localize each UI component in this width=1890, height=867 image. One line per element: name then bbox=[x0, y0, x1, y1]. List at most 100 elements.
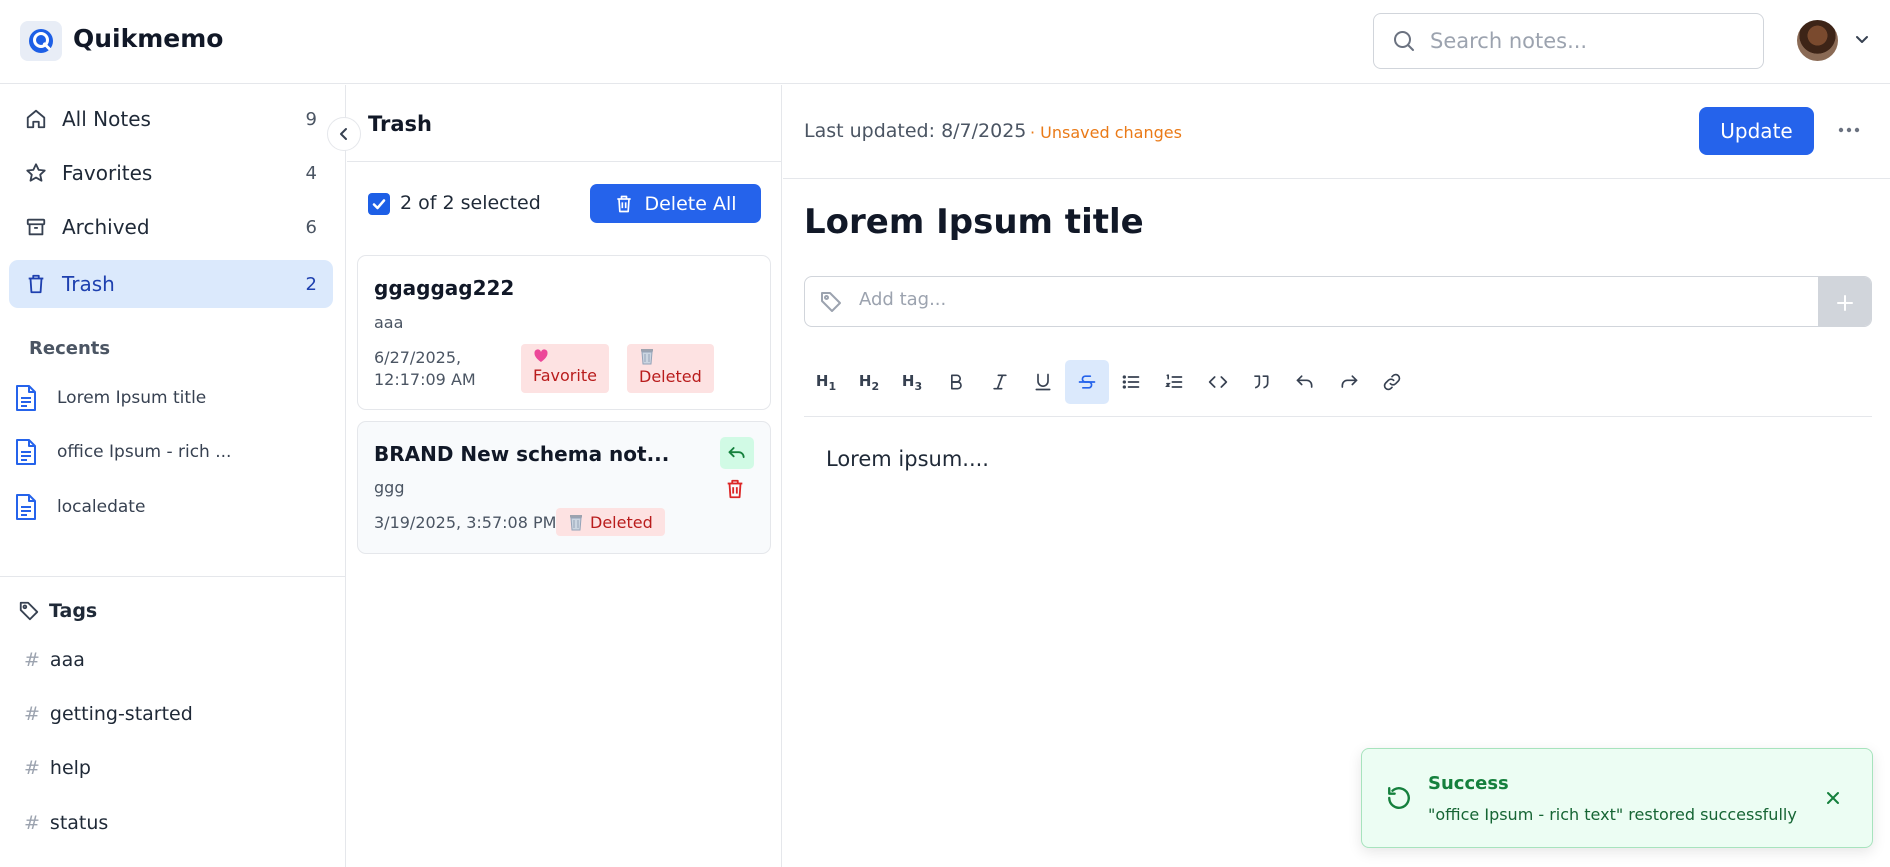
sidebar-item-count: 9 bbox=[305, 108, 317, 130]
trash-panel-title: Trash bbox=[368, 112, 432, 136]
ordered-list-button[interactable] bbox=[1152, 360, 1196, 404]
formatting-toolbar: H1 H2 H3 bbox=[804, 357, 1872, 417]
collapse-sidebar-button[interactable] bbox=[327, 117, 361, 151]
home-icon bbox=[25, 108, 47, 130]
tag-item-label: help bbox=[49, 757, 91, 779]
document-icon bbox=[14, 493, 38, 521]
search-input[interactable] bbox=[1430, 29, 1750, 53]
ordered-list-icon bbox=[1165, 374, 1183, 388]
note-date: 3/19/2025, 3:57:08 PM bbox=[374, 513, 557, 532]
add-tag-button[interactable] bbox=[1818, 277, 1871, 326]
h2-icon: H2 bbox=[858, 371, 880, 393]
chevron-down-icon[interactable] bbox=[1853, 30, 1871, 48]
wastebasket-icon bbox=[641, 349, 653, 365]
editor-header: Last updated: 8/7/2025 · Unsaved changes… bbox=[783, 85, 1890, 179]
note-title: BRAND New schema not... bbox=[374, 442, 670, 466]
note-date-line: 12:17:09 AM bbox=[374, 370, 476, 389]
quote-button[interactable] bbox=[1239, 360, 1283, 404]
recent-item[interactable]: localedate bbox=[14, 489, 334, 525]
hash-icon: # bbox=[24, 649, 40, 671]
trash-icon bbox=[727, 479, 743, 499]
tags-heading: Tags bbox=[18, 600, 97, 622]
sidebar-item-count: 6 bbox=[305, 216, 317, 238]
note-card[interactable]: BRAND New schema not... ggg 3/19/2025, 3… bbox=[357, 421, 771, 554]
hash-icon: # bbox=[24, 812, 40, 834]
note-body: ggg bbox=[374, 478, 405, 497]
document-icon bbox=[14, 438, 38, 466]
tag-icon bbox=[18, 600, 40, 622]
recent-item-label: localedate bbox=[57, 497, 146, 517]
redo-button[interactable] bbox=[1327, 360, 1371, 404]
note-date-line: 6/27/2025, bbox=[374, 348, 462, 367]
heading-2-button[interactable]: H2 bbox=[847, 360, 891, 404]
bold-icon bbox=[951, 374, 962, 390]
heading-1-button[interactable]: H1 bbox=[804, 360, 848, 404]
note-date: 6/27/2025, 12:17:09 AM bbox=[374, 347, 476, 391]
delete-all-label: Delete All bbox=[644, 192, 737, 215]
underline-button[interactable] bbox=[1021, 360, 1065, 404]
link-icon bbox=[1383, 373, 1401, 391]
tag-item[interactable]: # getting-started bbox=[24, 703, 193, 725]
note-content[interactable]: Lorem ipsum.... bbox=[826, 447, 989, 471]
tag-item[interactable]: # aaa bbox=[24, 649, 85, 671]
trash-divider bbox=[347, 161, 781, 162]
sidebar-item-archived[interactable]: Archived 6 bbox=[9, 203, 333, 251]
archive-icon bbox=[25, 216, 47, 238]
wastebasket-icon bbox=[570, 514, 582, 530]
sidebar-item-favorites[interactable]: Favorites 4 bbox=[9, 149, 333, 197]
user-avatar[interactable] bbox=[1797, 20, 1838, 61]
h3-icon: H3 bbox=[901, 371, 923, 393]
note-title-input[interactable]: Lorem Ipsum title bbox=[804, 202, 1144, 242]
sidebar-item-label: Archived bbox=[62, 215, 150, 239]
redo-icon bbox=[1341, 375, 1358, 388]
link-button[interactable] bbox=[1370, 360, 1414, 404]
sidebar-item-label: Trash bbox=[62, 272, 115, 296]
note-title: ggaggag222 bbox=[374, 276, 515, 300]
recent-item[interactable]: office Ipsum - rich ... bbox=[14, 434, 334, 470]
app-title[interactable]: Quikmemo bbox=[73, 24, 223, 53]
close-icon[interactable] bbox=[1824, 789, 1842, 807]
sidebar-item-trash[interactable]: Trash 2 bbox=[9, 260, 333, 308]
badge-label: Deleted bbox=[590, 512, 653, 532]
trash-panel: Trash 2 of 2 selected Delete All ggaggag… bbox=[347, 85, 782, 867]
recent-item-label: office Ipsum - rich ... bbox=[57, 442, 232, 462]
note-card[interactable]: ggaggag222 aaa 6/27/2025, 12:17:09 AM Fa… bbox=[357, 255, 771, 410]
strikethrough-button[interactable] bbox=[1065, 360, 1109, 404]
restore-button[interactable] bbox=[720, 437, 754, 469]
search-box[interactable] bbox=[1373, 13, 1764, 69]
trash-icon bbox=[25, 273, 47, 295]
heading-3-button[interactable]: H3 bbox=[890, 360, 934, 404]
sidebar-item-label: All Notes bbox=[62, 107, 151, 131]
sidebar-divider bbox=[0, 576, 345, 577]
bullet-list-button[interactable] bbox=[1109, 360, 1153, 404]
select-all-checkbox[interactable] bbox=[368, 193, 390, 215]
hash-icon: # bbox=[24, 757, 40, 779]
tag-item-label: getting-started bbox=[49, 703, 193, 725]
hash-icon: # bbox=[24, 703, 40, 725]
more-options-icon[interactable] bbox=[1836, 117, 1862, 143]
deleted-badge: Deleted bbox=[627, 344, 714, 393]
app-logo-icon[interactable] bbox=[20, 21, 62, 61]
sidebar-item-all-notes[interactable]: All Notes 9 bbox=[9, 95, 333, 143]
update-button[interactable]: Update bbox=[1699, 107, 1814, 155]
heart-icon bbox=[534, 349, 548, 362]
undo-icon bbox=[728, 447, 745, 459]
code-button[interactable] bbox=[1196, 360, 1240, 404]
italic-button[interactable] bbox=[978, 360, 1022, 404]
recents-heading: Recents bbox=[29, 338, 111, 359]
tag-item[interactable]: # help bbox=[24, 757, 91, 779]
recent-item[interactable]: Lorem Ipsum title bbox=[14, 380, 334, 416]
add-tag-input[interactable] bbox=[859, 289, 1759, 310]
delete-all-button[interactable]: Delete All bbox=[590, 184, 761, 223]
undo-button[interactable] bbox=[1283, 360, 1327, 404]
tag-item[interactable]: # status bbox=[24, 812, 108, 834]
delete-permanently-button[interactable] bbox=[724, 478, 746, 500]
bold-button[interactable] bbox=[934, 360, 978, 404]
tag-input-box[interactable] bbox=[804, 276, 1872, 327]
quote-icon bbox=[1254, 375, 1269, 389]
bullet-list-icon bbox=[1122, 375, 1140, 389]
badge-label: Deleted bbox=[639, 367, 702, 386]
undo-icon bbox=[1296, 375, 1313, 388]
sidebar: All Notes 9 Favorites 4 Archived 6 Trash… bbox=[0, 85, 346, 867]
sidebar-item-count: 2 bbox=[305, 273, 317, 295]
